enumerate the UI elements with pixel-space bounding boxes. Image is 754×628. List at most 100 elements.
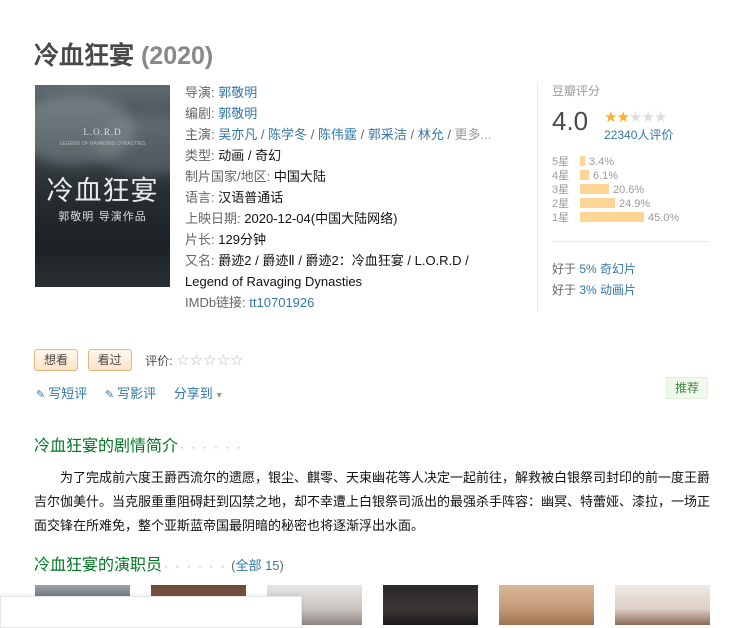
rating-votes-link[interactable]: 22340人评价 bbox=[604, 126, 673, 143]
rating-bar bbox=[580, 170, 589, 181]
rating-bar bbox=[580, 156, 585, 167]
star-icon: ★ bbox=[628, 109, 642, 126]
rating-panel: 豆瓣评分 4.0 ★★★★★ 22340人评价 5星 3.4% 4星 6.1% 3星… bbox=[537, 82, 712, 312]
rating-bar-label: 2星 bbox=[552, 198, 570, 210]
star-icon: ★ bbox=[616, 109, 629, 126]
aka-value: 爵迹2 / 爵迹Ⅱ / 爵迹2：冷血狂宴 / L.O.R.D / bbox=[218, 253, 469, 268]
rating-bar-pct: 6.1% bbox=[593, 170, 619, 182]
rating-bar-row: 2星 24.9% bbox=[552, 197, 712, 211]
all-cast-link[interactable]: 全部 15 bbox=[235, 558, 279, 573]
aka-label: 又名: bbox=[185, 253, 215, 268]
want-to-see-button[interactable]: 想看 bbox=[34, 349, 79, 371]
cast-link[interactable]: 陈伟霆 bbox=[318, 127, 357, 142]
share-label: 分享到 bbox=[173, 386, 213, 401]
cast-photo[interactable] bbox=[499, 585, 594, 625]
better-than: 好于 5% 奇幻片 好于 3% 动画片 bbox=[552, 259, 636, 301]
movie-info: 导演: 郭敬明 编剧: 郭敬明 主演: 吴亦凡 / 陈学冬 / 陈伟霆 / 郭采… bbox=[185, 82, 530, 313]
poster-lord-text: L.O.R.D bbox=[83, 127, 122, 137]
info-aka-continued: Legend of Ravaging Dynasties bbox=[185, 271, 530, 292]
cast-label: 主演: bbox=[185, 127, 215, 142]
writer-label: 编剧: bbox=[185, 106, 215, 121]
cast-photo[interactable] bbox=[383, 585, 478, 625]
paren-close: ) bbox=[279, 558, 284, 573]
rating-bar-row: 3星 20.6% bbox=[552, 183, 712, 197]
info-language: 语言: 汉语普通话 bbox=[185, 187, 530, 208]
rating-bar bbox=[580, 184, 609, 195]
star-icon: ★ bbox=[604, 109, 617, 126]
rating-bar-pct: 3.4% bbox=[589, 156, 615, 168]
country-value: 中国大陆 bbox=[273, 169, 326, 184]
heading-dots: · · · · · · bbox=[180, 440, 243, 454]
info-cast: 主演: 吴亦凡 / 陈学冬 / 陈伟霆 / 郭采洁 / 林允 / 更多... bbox=[185, 127, 492, 142]
rating-bar-label: 4星 bbox=[552, 170, 570, 182]
cast-link[interactable]: 郭采洁 bbox=[368, 127, 407, 142]
write-short-review-link[interactable]: ✎ 写短评 bbox=[36, 386, 87, 401]
release-label: 上映日期: bbox=[185, 211, 241, 226]
rate-label: 评价: bbox=[145, 353, 173, 368]
info-genre: 类型: 动画 / 奇幻 bbox=[185, 145, 530, 166]
cast-link[interactable]: 吴亦凡 bbox=[218, 127, 257, 142]
synopsis-text: 为了完成前六度王爵西流尔的遗愿，银尘、麒零、天束幽花等人决定一起前往，解救被白银… bbox=[34, 470, 711, 533]
rating-bar-row: 1星 45.0% bbox=[552, 211, 712, 225]
info-runtime: 片长: 129分钟 bbox=[185, 229, 530, 250]
cast-link[interactable]: 陈学冬 bbox=[268, 127, 307, 142]
cast-link[interactable]: 林允 bbox=[418, 127, 444, 142]
cast-photo[interactable] bbox=[615, 585, 710, 625]
cast-more-link[interactable]: 更多... bbox=[455, 127, 492, 142]
genre-label: 类型: bbox=[185, 148, 215, 163]
director-link[interactable]: 郭敬明 bbox=[218, 85, 257, 100]
imdb-label: IMDb链接: bbox=[185, 295, 246, 310]
country-label: 制片国家/地区: bbox=[185, 169, 271, 184]
write-review-link[interactable]: ✎ 写影评 bbox=[105, 386, 156, 401]
poster-title: 冷血狂宴 bbox=[46, 176, 159, 207]
rating-label: 豆瓣评分 bbox=[552, 84, 601, 98]
rating-bar bbox=[580, 212, 644, 223]
pencil-icon: ✎ bbox=[36, 389, 46, 401]
info-writer: 编剧: 郭敬明 bbox=[185, 103, 530, 124]
action-links: ✎ 写短评 ✎ 写影评 分享到 ▼ bbox=[36, 383, 238, 402]
rating-bar bbox=[580, 198, 615, 209]
release-value: 2020-12-04(中国大陆网络) bbox=[244, 211, 398, 226]
star-icon: ★ bbox=[641, 109, 654, 126]
runtime-value: 129分钟 bbox=[218, 232, 266, 247]
info-director: 导演: 郭敬明 bbox=[185, 82, 530, 103]
aka-value-2: Legend of Ravaging Dynasties bbox=[185, 274, 363, 289]
rating-bar-row: 5星 3.4% bbox=[552, 155, 712, 169]
write-short-review-label: 写短评 bbox=[48, 386, 88, 401]
rating-bar-pct: 20.6% bbox=[613, 184, 645, 196]
rating-bar-label: 5星 bbox=[552, 156, 570, 168]
cast-section-heading: 冷血狂宴的演职员 · · · · · · (全部 15) bbox=[34, 551, 284, 575]
movie-year: (2020) bbox=[140, 42, 214, 70]
genre-value: 动画 / 奇幻 bbox=[218, 148, 282, 163]
better-than-prefix: 好于 bbox=[552, 262, 577, 276]
seen-button[interactable]: 看过 bbox=[87, 349, 132, 371]
movie-poster[interactable]: L.O.R.D LEGEND OF RAVAGING DYNASTIES 冷血狂… bbox=[35, 85, 170, 287]
rating-distribution: 5星 3.4% 4星 6.1% 3星 20.6% 2星 24.9% 1星 45.0% bbox=[552, 155, 712, 225]
rate-stars-input[interactable]: ☆☆☆☆☆ bbox=[176, 351, 243, 369]
better-than-row: 好于 3% 动画片 bbox=[552, 280, 636, 301]
recommend-button[interactable]: 推荐 bbox=[666, 377, 709, 399]
info-country: 制片国家/地区: 中国大陆 bbox=[185, 166, 530, 187]
imdb-link[interactable]: tt10701926 bbox=[249, 295, 314, 310]
better-than-link[interactable]: 5% 奇幻片 bbox=[579, 262, 636, 276]
cast-heading-text: 冷血狂宴的演职员 bbox=[34, 557, 163, 574]
rating-score: 4.0 bbox=[552, 106, 589, 136]
write-review-label: 写影评 bbox=[117, 386, 157, 401]
pencil-icon: ✎ bbox=[104, 389, 115, 401]
info-imdb: IMDb链接: tt10701926 bbox=[185, 292, 530, 313]
synopsis-heading-text: 冷血狂宴的剧情简介 bbox=[34, 438, 179, 455]
user-actions: 想看 看过 评价: ☆☆☆☆☆ bbox=[34, 349, 244, 371]
floating-panel bbox=[0, 596, 302, 628]
writer-link[interactable]: 郭敬明 bbox=[218, 106, 257, 121]
director-label: 导演: bbox=[185, 85, 215, 100]
better-than-link[interactable]: 3% 动画片 bbox=[579, 283, 636, 297]
rating-divider bbox=[552, 241, 710, 242]
synopsis-heading: 冷血狂宴的剧情简介 · · · · · · bbox=[34, 432, 243, 456]
rating-bar-label: 3星 bbox=[552, 184, 570, 196]
share-link[interactable]: 分享到 ▼ bbox=[174, 386, 224, 401]
rating-stars: ★★★★★ bbox=[604, 108, 667, 126]
runtime-label: 片长: bbox=[185, 232, 215, 247]
rating-bar-label: 1星 bbox=[552, 212, 570, 224]
star-icon: ★ bbox=[653, 109, 667, 126]
rating-bar-pct: 24.9% bbox=[619, 198, 651, 210]
